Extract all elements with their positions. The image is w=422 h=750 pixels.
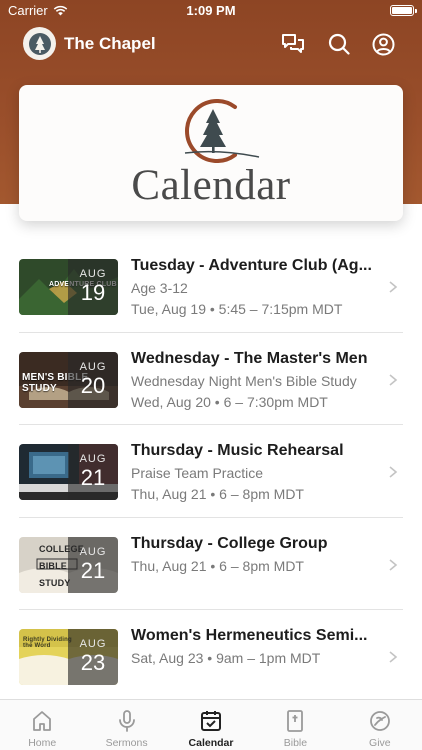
profile-icon[interactable] [370, 31, 396, 57]
event-subtitle: Age 3-12 [131, 280, 188, 296]
navigation-bar: The Chapel [0, 22, 422, 66]
tab-sermons[interactable]: Sermons [84, 700, 168, 750]
banner-title: Calendar [131, 162, 291, 209]
app-logo[interactable] [23, 27, 56, 60]
calendar-banner: Calendar [19, 85, 403, 221]
chapel-emblem-icon [184, 99, 260, 163]
chevron-right-icon [389, 558, 398, 571]
tab-label: Bible [283, 737, 308, 749]
tab-calendar[interactable]: Calendar [169, 700, 253, 750]
event-time: Thu, Aug 21 • 6 – 8pm MDT [131, 486, 304, 502]
status-bar: Carrier 1:09 PM [0, 0, 422, 22]
date-badge: AUG 20 [68, 351, 118, 408]
event-details: Thursday - College Group Thu, Aug 21 • 6… [131, 535, 385, 574]
event-row-college-group[interactable]: COLLEGE BIBLE STUDY AUG 21 Thursday - Co… [0, 518, 422, 610]
date-month: AUG [79, 360, 107, 373]
tab-label: Give [369, 737, 391, 749]
give-icon [369, 711, 390, 731]
date-day: 23 [80, 650, 106, 675]
event-title: Wednesday - The Master's Men [131, 349, 368, 367]
app-title: The Chapel [64, 34, 156, 53]
home-icon [33, 711, 52, 731]
event-details: Tuesday - Adventure Club (Ag... Age 3-12… [131, 257, 385, 317]
event-row-adventure-club[interactable]: ADVENTURE CLUB AUG 19 Tuesday - Adventur… [0, 240, 422, 333]
tab-label: Home [28, 737, 57, 749]
tab-label: Sermons [105, 737, 148, 749]
event-title: Thursday - College Group [131, 534, 328, 552]
messages-icon[interactable] [280, 31, 306, 57]
tab-home[interactable]: Home [0, 700, 84, 750]
event-row-womens-hermeneutics[interactable]: Rightly Dividing the Word AUG 23 Women's… [0, 610, 422, 703]
event-details: Thursday - Music Rehearsal Praise Team P… [131, 442, 385, 502]
tab-give[interactable]: Give [338, 700, 422, 750]
date-badge: AUG 21 [68, 536, 118, 593]
event-row-masters-men[interactable]: MEN'S BIBLE STUDY AUG 20 Wednesday - The… [0, 333, 422, 425]
chevron-right-icon [389, 281, 398, 293]
date-month: AUG [79, 453, 107, 465]
event-time: Thu, Aug 21 • 6 – 8pm MDT [131, 557, 304, 574]
event-thumbnail: COLLEGE BIBLE STUDY AUG 21 [19, 536, 118, 593]
date-day: 21 [80, 465, 106, 490]
date-month: AUG [79, 638, 107, 650]
chapel-logo-icon [28, 32, 51, 55]
thumbnail-caption: Rightly Dividing the Word [23, 637, 72, 649]
event-title: Women's Hermeneutics Semi... [131, 627, 368, 644]
calendar-icon [201, 711, 222, 731]
chevron-right-icon [389, 466, 398, 478]
event-thumbnail: MEN'S BIBLE STUDY AUG 20 [19, 351, 118, 408]
microphone-icon [118, 710, 135, 732]
date-day: 21 [80, 557, 106, 583]
bible-icon [287, 710, 304, 732]
event-title: Thursday - Music Rehearsal [131, 442, 344, 459]
tab-bar: Home Sermons Calendar Bible Give [0, 699, 422, 750]
tab-label: Calendar [188, 737, 234, 749]
status-time: 1:09 PM [186, 3, 236, 18]
event-title: Tuesday - Adventure Club (Ag... [131, 257, 372, 274]
event-thumbnail: Rightly Dividing the Word AUG 23 [19, 629, 118, 685]
event-thumbnail: ADVENTURE CLUB AUG 19 [19, 259, 118, 315]
event-time: Wed, Aug 20 • 6 – 7:30pm MDT [131, 393, 328, 410]
event-subtitle: Wednesday Night Men's Bible Study [131, 372, 357, 389]
event-list: ADVENTURE CLUB AUG 19 Tuesday - Adventur… [0, 240, 422, 703]
event-thumbnail: AUG 21 [19, 444, 118, 500]
search-icon[interactable] [326, 31, 352, 57]
date-day: 20 [80, 372, 106, 398]
date-month: AUG [79, 545, 107, 558]
battery-icon [390, 5, 417, 16]
date-badge: AUG 19 [68, 259, 118, 315]
date-badge: AUG 21 [68, 444, 118, 500]
event-time: Tue, Aug 19 • 5:45 – 7:15pm MDT [131, 301, 343, 317]
chevron-right-icon [389, 651, 398, 663]
date-day: 19 [80, 280, 106, 305]
event-details: Women's Hermeneutics Semi... Sat, Aug 23… [131, 627, 385, 666]
event-details: Wednesday - The Master's Men Wednesday N… [131, 350, 385, 410]
event-row-music-rehearsal[interactable]: AUG 21 Thursday - Music Rehearsal Praise… [0, 425, 422, 518]
chevron-right-icon [389, 373, 398, 386]
event-subtitle: Praise Team Practice [131, 465, 264, 481]
date-month: AUG [79, 268, 107, 280]
date-badge: AUG 23 [68, 629, 118, 685]
event-time: Sat, Aug 23 • 9am – 1pm MDT [131, 650, 321, 666]
tab-bible[interactable]: Bible [253, 700, 337, 750]
